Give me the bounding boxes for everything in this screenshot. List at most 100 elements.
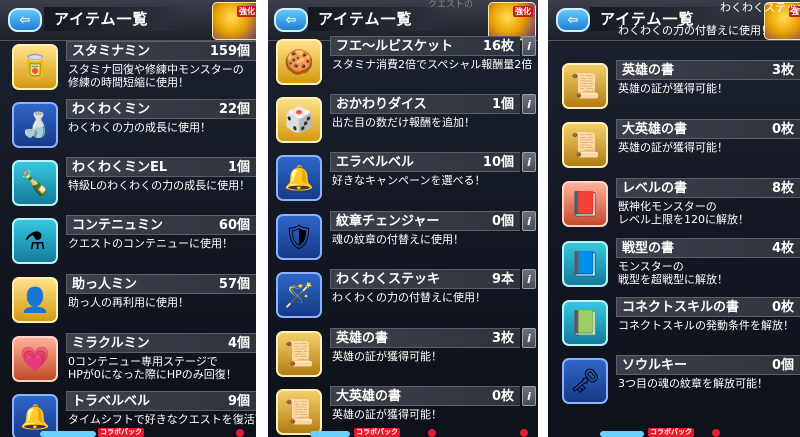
bonus-badge-icon[interactable]: 強化 [488,2,536,40]
item-row[interactable]: 📜 英雄の書 3枚 i 英雄の証が獲得可能！ [276,328,538,384]
item-description: 特級Lのわくわくの力の成長に使用！ [68,179,251,192]
item-row[interactable]: 🔔 エラベルベル 10個 i 好きなキャンペーンを選べる！ [276,152,538,208]
hero-scroll-icon: 📜 [276,331,322,377]
stamina-can-icon: 🥫 [12,44,58,90]
collabo-pack-badge[interactable]: コラボパック [648,428,694,437]
back-button[interactable]: ⇦ [556,8,590,32]
item-count: 1個 [491,97,514,112]
item-row[interactable]: 🗝 ソウルキー 0個 3つ目の魂の紋章を解放可能！ [562,355,800,411]
item-row[interactable]: 🍶 わくわくミン 22個 わくわくの力の成長に使用！ [12,99,256,155]
item-name-bar: ソウルキー 0個 [616,355,800,375]
heart-potion-icon: 💗 [12,336,58,382]
item-row[interactable]: 📜 大英雄の書 0枚 i 英雄の証が獲得可能！ [276,386,538,437]
item-count: 4枚 [771,241,794,256]
item-name: ミラクルミン [72,336,150,351]
item-count: 0枚 [771,300,794,315]
footer-tab-icon[interactable] [40,431,96,437]
header-bar: クエストの ⇦ アイテム一覧 強化 [268,0,538,41]
item-name-bar: 英雄の書 3枚 [616,60,800,80]
item-row[interactable]: 🛡 紋章チェンジャー 0個 i 魂の紋章の付替えに使用！ [276,211,538,267]
item-description: 英雄の証が獲得可能！ [332,350,442,363]
item-row[interactable]: ⚗ コンテニュミン 60個 クエストのコンテニューに使用！ [12,215,256,271]
item-name: レベルの書 [622,181,688,196]
item-name-bar: レベルの書 8枚 [616,178,800,198]
wand-icon: 🪄 [276,272,322,318]
item-name-bar: スタミナミン 159個 [66,41,256,61]
item-row[interactable]: 📜 大英雄の書 0枚 英雄の証が獲得可能！ [562,119,800,175]
item-name: 戦型の書 [622,241,675,256]
item-name-bar: 大英雄の書 0枚 [616,119,800,139]
item-description: モンスターの 戦型を超戦型に解放！ [618,260,728,286]
item-name: フエ～ルビスケット [336,39,454,54]
item-row[interactable]: 📜 英雄の書 3枚 英雄の証が獲得可能！ [562,60,800,116]
info-button[interactable]: i [522,211,536,231]
back-button[interactable]: ⇦ [274,8,308,32]
item-description: わくわくの力の付替えに使用！ [332,291,486,304]
item-name: ソウルキー [622,358,688,373]
bonus-badge-icon[interactable]: 強化 [212,2,256,40]
item-name-bar: コネクトスキルの書 0枚 [616,297,800,317]
item-name-bar: 戦型の書 4枚 [616,238,800,258]
notification-dot-icon [236,429,244,437]
battle-type-scroll-icon: 📘 [562,241,608,287]
info-button[interactable]: i [522,269,536,289]
item-count: 16枚 [482,39,514,54]
footer-tab-icon[interactable] [310,431,350,437]
item-row[interactable]: 🥫 スタミナミン 159個 スタミナ回復や修練中モンスターの 修練の時間短縮に使… [12,41,256,97]
item-name: トラベルベル [72,394,151,409]
info-button[interactable]: i [522,94,536,114]
info-button[interactable]: i [522,328,536,348]
item-count: 1個 [227,160,250,175]
great-hero-scroll-icon: 📜 [276,389,322,435]
header-bar: ⇦ アイテム一覧 強化 [0,0,256,41]
partial-item-name: わくわくステッキ [720,1,800,14]
item-description: 出た目の数だけ報酬を追加！ [332,116,475,129]
item-name-bar: 英雄の書 3枚 [330,328,520,348]
item-list-panel-2: クエストの ⇦ アイテム一覧 強化 🍪 フエ～ルビスケット 16枚 i スタミナ… [268,0,538,437]
dice-icon: 🎲 [276,97,322,143]
item-description: 助っ人の再利用に使用！ [68,296,189,309]
item-list-panel-3: ⇦ アイテム一覧 強化 わくわくステッキ わくわくの力の付替えに使用！ 📜 英雄… [548,0,800,437]
item-count: 0個 [771,358,794,373]
item-row[interactable]: 🍪 フエ～ルビスケット 16枚 i スタミナ消費2倍でスペシャル報酬量2倍 [276,36,538,92]
item-row[interactable]: 📗 コネクトスキルの書 0枚 コネクトスキルの発動条件を解放！ [562,297,800,353]
item-row[interactable]: 👤 助っ人ミン 57個 助っ人の再利用に使用！ [12,274,256,330]
notification-dot-icon [712,429,720,437]
item-row[interactable]: 📕 レベルの書 8枚 獣神化モンスターの レベル上限を120に解放！ [562,178,800,234]
footer-tab-icon[interactable] [600,431,644,437]
item-description: 英雄の証が獲得可能！ [618,82,728,95]
item-name-bar: エラベルベル 10個 [330,152,520,172]
item-count: 9本 [491,272,514,287]
page-title: アイテム一覧 [308,7,453,31]
item-row[interactable]: 📘 戦型の書 4枚 モンスターの 戦型を超戦型に解放！ [562,238,800,294]
item-name-bar: トラベルベル 9個 [66,391,256,411]
item-count: 60個 [218,218,250,233]
notification-dot-icon [520,429,528,437]
item-count: 8枚 [771,181,794,196]
info-button[interactable]: i [522,152,536,172]
item-name: 紋章チェンジャー [336,214,440,229]
item-name-bar: 紋章チェンジャー 0個 [330,211,520,231]
item-row[interactable]: 🪄 わくわくステッキ 9本 i わくわくの力の付替えに使用！ [276,269,538,325]
item-description: 0コンテニュー専用ステージで HPが0になった際にHPのみ回復！ [68,355,237,381]
item-name: エラベルベル [336,155,415,170]
item-row[interactable]: 🎲 おかわりダイス 1個 i 出た目の数だけ報酬を追加！ [276,94,538,150]
item-description: 英雄の証が獲得可能！ [332,408,442,421]
item-count: 0枚 [771,122,794,137]
item-count: 0個 [491,214,514,229]
collabo-pack-badge[interactable]: コラボパック [354,428,400,437]
item-row[interactable]: 💗 ミラクルミン 4個 0コンテニュー専用ステージで HPが0になった際にHPの… [12,333,256,389]
collabo-pack-badge[interactable]: コラボパック [98,428,144,437]
item-name: おかわりダイス [336,97,427,112]
info-button[interactable]: i [522,386,536,406]
info-button[interactable]: i [522,36,536,56]
great-hero-scroll-icon: 📜 [562,122,608,168]
soul-key-icon: 🗝 [562,358,608,404]
bottle-icon: 🍶 [12,102,58,148]
item-description: 3つ目の魂の紋章を解放可能！ [618,377,768,390]
item-count: 4個 [227,336,250,351]
item-row[interactable]: 🍾 わくわくミンEL 1個 特級Lのわくわくの力の成長に使用！ [12,157,256,213]
item-name: 英雄の書 [336,331,389,346]
partial-item-description: わくわくの力の付替えに使用！ [618,24,772,37]
back-button[interactable]: ⇦ [8,8,42,32]
